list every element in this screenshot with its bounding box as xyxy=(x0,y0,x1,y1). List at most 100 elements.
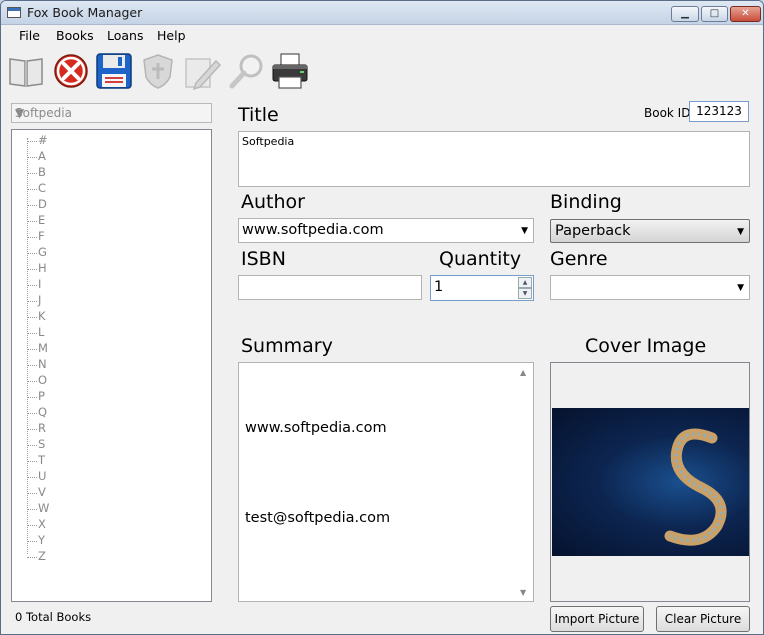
tree-item[interactable]: A xyxy=(27,149,67,165)
tree-connector xyxy=(27,333,37,334)
tree-item[interactable]: Y xyxy=(27,533,67,549)
tree-connector xyxy=(27,349,37,350)
tree-item[interactable]: J xyxy=(27,293,67,309)
tree-item[interactable]: K xyxy=(27,309,67,325)
title-label: Title xyxy=(238,104,279,126)
close-button[interactable]: ✕ xyxy=(730,6,761,22)
tree-item-label: P xyxy=(38,389,45,403)
menu-books[interactable]: Books xyxy=(56,28,94,43)
clear-picture-button[interactable]: Clear Picture xyxy=(656,606,750,632)
tree-item-label: J xyxy=(38,293,42,307)
title-field[interactable]: Softpedia xyxy=(238,131,750,187)
tree-item-label: R xyxy=(38,421,46,435)
summary-scrollbar[interactable]: ▲ ▼ xyxy=(516,363,533,601)
tree-item[interactable]: C xyxy=(27,181,67,197)
tree-item[interactable]: # xyxy=(27,133,67,149)
save-button[interactable] xyxy=(94,51,134,91)
tree-connector xyxy=(27,381,37,382)
book-id-label: Book ID xyxy=(644,106,691,120)
genre-select[interactable]: ▼ xyxy=(550,275,750,300)
tree-connector xyxy=(27,429,37,430)
edit-button[interactable] xyxy=(182,51,222,91)
summary-textarea[interactable]: www.softpedia.com test@softpedia.com ▲ ▼ xyxy=(238,362,534,602)
delete-button[interactable] xyxy=(51,51,91,91)
isbn-field[interactable] xyxy=(238,275,422,300)
alphabet-tree[interactable]: # A B C D E F G H I J K L M N O P Q R S T U V W X Y Z xyxy=(11,129,212,602)
tree-item[interactable]: P xyxy=(27,389,67,405)
book-id-field[interactable]: 123123 xyxy=(689,101,749,122)
tree-item-label: V xyxy=(38,485,46,499)
cover-image-frame xyxy=(550,362,750,602)
tree-item[interactable]: F xyxy=(27,229,67,245)
tree-item[interactable]: E xyxy=(27,213,67,229)
tree-connector xyxy=(27,317,37,318)
tree-item[interactable]: R xyxy=(27,421,67,437)
total-books-label: 0 Total Books xyxy=(15,610,92,624)
tree-connector xyxy=(27,541,37,542)
binding-select-value: Paperback xyxy=(555,223,631,239)
tree-item-label: M xyxy=(38,341,48,355)
tree-item[interactable]: X xyxy=(27,517,67,533)
menu-file[interactable]: File xyxy=(19,28,40,43)
tree-connector xyxy=(27,461,37,462)
shield-button[interactable] xyxy=(138,51,178,91)
tree-item[interactable]: L xyxy=(27,325,67,341)
tree-item[interactable]: V xyxy=(27,485,67,501)
tree-item[interactable]: Q xyxy=(27,405,67,421)
title-bar[interactable]: Fox Book Manager ▁ □ ✕ xyxy=(1,1,763,25)
author-label: Author xyxy=(241,191,305,213)
toolbar xyxy=(1,46,763,96)
cover-image xyxy=(552,408,749,556)
tree-item[interactable]: W xyxy=(27,501,67,517)
import-picture-button[interactable]: Import Picture xyxy=(550,606,644,632)
save-icon xyxy=(96,53,132,89)
tree-item[interactable]: O xyxy=(27,373,67,389)
tree-item[interactable]: H xyxy=(27,261,67,277)
tree-item[interactable]: B xyxy=(27,165,67,181)
scroll-down-icon[interactable]: ▼ xyxy=(520,588,526,597)
tree-item-label: B xyxy=(38,165,46,179)
stepper-down-button[interactable]: ▼ xyxy=(518,288,532,299)
menu-help[interactable]: Help xyxy=(157,28,186,43)
minimize-icon: ▁ xyxy=(681,8,689,19)
chevron-down-icon: ▼ xyxy=(737,227,744,237)
tree-item-label: T xyxy=(38,453,46,467)
tree-item[interactable]: G xyxy=(27,245,67,261)
quantity-stepper[interactable]: 1 ▲ ▼ xyxy=(430,275,534,301)
tree-connector xyxy=(27,237,37,238)
tree-item[interactable]: T xyxy=(27,453,67,469)
edit-icon xyxy=(185,58,222,91)
tree-connector xyxy=(27,557,37,558)
tree-item[interactable]: U xyxy=(27,469,67,485)
binding-select[interactable]: Paperback ▼ xyxy=(550,219,750,243)
tree-item[interactable]: N xyxy=(27,357,67,373)
minimize-button[interactable]: ▁ xyxy=(671,6,699,22)
maximize-button[interactable]: □ xyxy=(701,6,728,22)
author-select[interactable]: www.softpedia.com ▼ xyxy=(238,218,534,243)
quantity-label: Quantity xyxy=(439,248,522,270)
open-book-button[interactable] xyxy=(6,51,46,91)
isbn-label: ISBN xyxy=(241,248,286,270)
tree-item[interactable]: I xyxy=(27,277,67,293)
tree-item-label: W xyxy=(38,501,50,515)
menu-loans[interactable]: Loans xyxy=(107,28,144,43)
app-icon xyxy=(7,7,21,18)
author-select-value: www.softpedia.com xyxy=(242,222,384,238)
tree-connector xyxy=(27,509,37,510)
summary-label: Summary xyxy=(241,335,333,357)
scroll-up-icon[interactable]: ▲ xyxy=(520,368,526,377)
maximize-icon: □ xyxy=(709,8,720,19)
search-button[interactable] xyxy=(227,51,267,91)
tree-connector xyxy=(27,141,37,142)
tree-item[interactable]: S xyxy=(27,437,67,453)
category-combo[interactable]: Softpedia ▼ xyxy=(11,103,212,123)
tree-item[interactable]: Z xyxy=(27,549,67,565)
binding-label: Binding xyxy=(550,191,622,213)
print-button[interactable] xyxy=(270,51,310,91)
tree-item-label: E xyxy=(38,213,46,227)
tree-connector xyxy=(27,445,37,446)
tree-item[interactable]: D xyxy=(27,197,67,213)
stepper-up-button[interactable]: ▲ xyxy=(518,277,532,288)
tree-connector xyxy=(27,477,37,478)
tree-item[interactable]: M xyxy=(27,341,67,357)
